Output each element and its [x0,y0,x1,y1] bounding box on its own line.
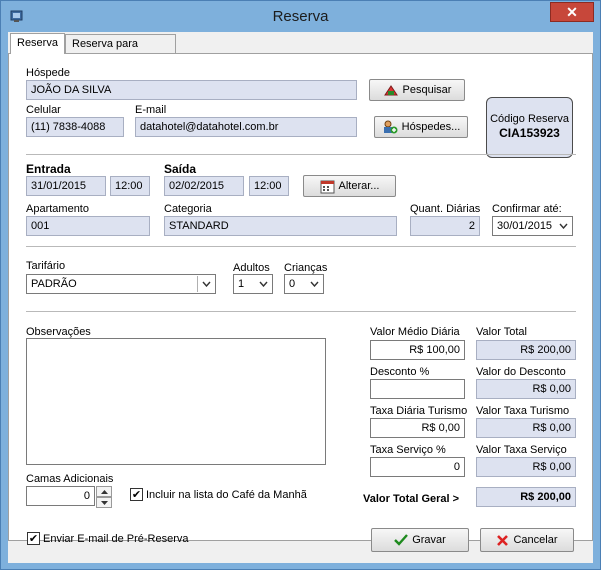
children-select[interactable]: 0 [284,274,324,294]
checkin-date-field[interactable]: 31/01/2015 [26,176,106,196]
email-prebooking-label: Enviar E-mail de Pré-Reserva [43,532,189,545]
chevron-down-icon [306,276,322,292]
service-pct-label: Taxa Serviço % [370,444,446,456]
avg-daily-field[interactable]: R$ 100,00 [370,340,465,360]
save-button[interactable]: Gravar [371,528,469,552]
adults-select[interactable]: 1 [233,274,273,294]
chevron-down-icon [197,276,214,292]
search-button-label: Pesquisar [402,84,452,96]
tariff-label: Tarifário [26,260,66,272]
adults-value: 1 [238,278,245,290]
title-bar[interactable]: Reserva ✕ [1,1,600,31]
room-label: Apartamento [26,203,89,215]
notes-textarea[interactable] [26,338,326,465]
tab-reserva-grupos[interactable]: Reserva para Grupos [65,34,176,69]
calendar-icon [320,180,335,193]
notes-label: Observações [26,326,91,338]
nights-label: Quant. Diárias [410,203,481,215]
checkout-time-field[interactable]: 12:00 [249,176,289,196]
divider-2 [26,246,576,247]
email-label: E-mail [135,104,167,116]
avg-daily-label: Valor Médio Diária [370,326,460,338]
reservation-window: Reserva ✕ Reserva Reserva para Grupos Hó… [0,0,601,570]
guests-icon [383,120,398,134]
guest-label: Hóspede [26,67,71,79]
chevron-down-icon [555,218,571,234]
save-button-label: Gravar [412,534,446,546]
email-field[interactable]: datahotel@datahotel.com.br [135,117,357,137]
divider-3 [26,311,576,312]
tourism-total-label: Valor Taxa Turismo [476,405,570,417]
checkout-date-field[interactable]: 02/02/2015 [164,176,244,196]
tariff-select[interactable]: PADRÃO [26,274,216,294]
checkin-time-field[interactable]: 12:00 [110,176,150,196]
search-guest-icon [383,85,398,96]
checkout-label: Saída [164,162,197,176]
booking-code-value: CIA153923 [499,126,560,140]
tab-reserva[interactable]: Reserva [10,33,65,54]
extra-beds-label: Camas Adicionais [26,473,114,485]
window-title: Reserva [272,8,329,25]
discount-value-field: R$ 0,00 [476,379,576,399]
tourism-total-field: R$ 0,00 [476,418,576,438]
close-button[interactable]: ✕ [550,2,594,22]
email-prebooking-checkbox[interactable]: ✔ Enviar E-mail de Pré-Reserva [27,532,189,545]
service-total-field: R$ 0,00 [476,457,576,477]
checkbox-check-icon: ✔ [27,532,40,545]
breakfast-label: Incluir na lista do Café da Manhã [146,488,307,501]
breakfast-checkbox[interactable]: ✔ Incluir na lista do Café da Manhã [130,488,307,501]
divider-1 [26,154,576,155]
change-dates-label: Alterar... [338,180,380,192]
service-pct-field[interactable]: 0 [370,457,465,477]
client-area: Reserva Reserva para Grupos Hóspede JOÃO… [8,32,593,563]
discount-pct-field[interactable] [370,379,465,399]
cancel-x-icon [497,534,509,546]
change-dates-button[interactable]: Alterar... [303,175,396,197]
category-label: Categoria [164,203,212,215]
guest-field[interactable]: JOÃO DA SILVA [26,80,357,100]
phone-label: Celular [26,104,61,116]
grand-total-label: Valor Total Geral > [363,493,460,505]
total-label: Valor Total [476,326,527,338]
cancel-button[interactable]: Cancelar [480,528,574,552]
tourism-tax-label: Taxa Diária Turismo [370,405,468,417]
room-field[interactable]: 001 [26,216,150,236]
guests-button-label: Hóspedes... [401,121,461,133]
extra-beds-field[interactable]: 0 [26,486,95,506]
chevron-down-icon [255,276,271,292]
discount-pct-label: Desconto % [370,366,430,378]
nights-field[interactable]: 2 [410,216,480,236]
checkbox-check-icon: ✔ [130,488,143,501]
total-field: R$ 200,00 [476,340,576,360]
confirm-until-select[interactable]: 30/01/2015 [492,216,573,236]
confirm-until-label: Confirmar até: [492,203,562,215]
discount-value-label: Valor do Desconto [476,366,566,378]
phone-field[interactable]: (11) 7838-4088 [26,117,124,137]
category-field[interactable]: STANDARD [164,216,397,236]
tab-panel: Hóspede JOÃO DA SILVA Pesquisar Celular … [8,53,593,541]
service-total-label: Valor Taxa Serviço [476,444,567,456]
children-label: Crianças [284,262,328,274]
booking-code-label: Código Reserva [490,113,569,125]
cancel-button-label: Cancelar [513,534,558,546]
checkin-label: Entrada [26,162,71,176]
spin-up-icon[interactable] [96,486,112,497]
adults-label: Adultos [233,262,270,274]
booking-code-box: Código Reserva CIA153923 [486,97,573,158]
children-value: 0 [289,278,296,290]
tariff-value: PADRÃO [31,278,77,290]
checkmark-icon [394,534,409,546]
tourism-tax-field[interactable]: R$ 0,00 [370,418,465,438]
grand-total-field: R$ 200,00 [476,487,576,507]
confirm-until-value: 30/01/2015 [497,220,553,232]
extra-beds-spinner[interactable] [96,486,112,508]
search-button[interactable]: Pesquisar [369,79,465,101]
spin-down-icon[interactable] [96,497,112,508]
guests-button[interactable]: Hóspedes... [374,116,468,138]
